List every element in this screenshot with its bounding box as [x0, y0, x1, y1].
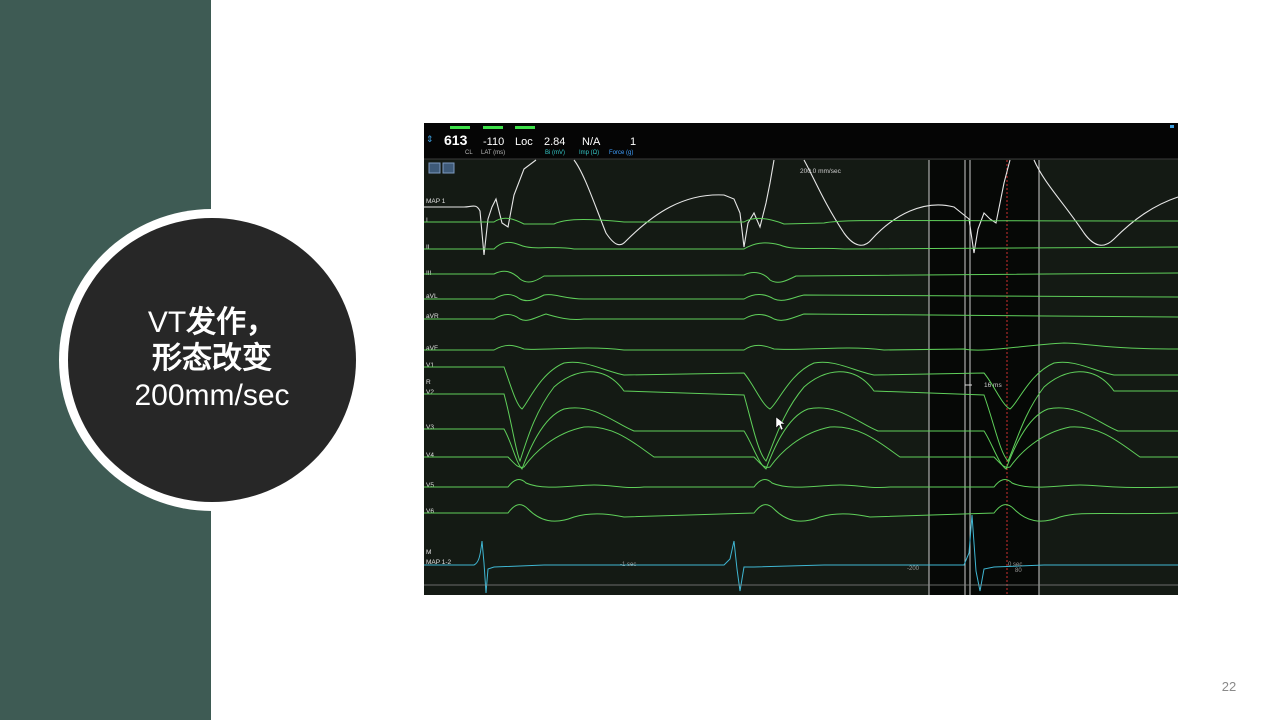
imp-value: N/A [582, 136, 601, 148]
ecg-background [424, 123, 1178, 595]
lat-label: LAT (ms) [481, 150, 505, 156]
lead-label: V2 [426, 389, 434, 396]
lead-label: II [426, 244, 430, 251]
loc-indicator [515, 126, 535, 129]
lead-label: I [426, 217, 428, 224]
ecg-screenshot: ⇕ 613 CL -110 LAT (ms) Loc 2.84 Bi (mV) … [424, 123, 1180, 597]
cl-indicator [450, 126, 470, 129]
analysis-window [929, 160, 1039, 595]
lead-label: aVF [426, 345, 438, 352]
lead-label: V3 [426, 424, 434, 431]
time-label: -1 sec [620, 562, 636, 568]
title-line-3: 200mm/sec [134, 379, 290, 412]
lat-indicator [483, 126, 503, 129]
lead-label: R [426, 379, 431, 386]
corner-marker [1170, 125, 1174, 128]
cl-label: CL [465, 150, 473, 156]
speed-label: 200.0 mm/sec [800, 168, 842, 175]
lead-label: V6 [426, 508, 434, 515]
lead-label: V4 [426, 452, 434, 459]
lead-label: V5 [426, 482, 434, 489]
time-label: -200 [907, 566, 920, 572]
title-cn: 发作， [186, 306, 277, 339]
ecg-header [424, 123, 1178, 159]
title-line-1: VT发作， [148, 305, 276, 341]
lead-label: M [426, 549, 431, 556]
imp-label: Imp (Ω) [579, 150, 599, 156]
bi-label: Bi (mV) [545, 150, 565, 156]
title-line-2: 形态改变 [152, 342, 272, 375]
bi-value: 2.84 [544, 136, 565, 148]
lat-value: -110 [483, 136, 504, 148]
lead-label: V1 [426, 362, 434, 369]
lead-label: MAP 1 [426, 198, 446, 205]
interval-label: 16 ms [984, 382, 1002, 389]
zoom-tool-icon[interactable] [428, 162, 441, 174]
title-badge: VT发作， 形态改变 200mm/sec [68, 218, 356, 502]
force-label: Force (g) [609, 150, 633, 156]
page-number: 22 [1221, 679, 1237, 694]
loc-value: Loc [515, 136, 533, 148]
cl-value: 613 [444, 132, 468, 148]
time-label: 80 [1015, 568, 1022, 574]
scroll-arrows-icon[interactable]: ⇕ [426, 134, 434, 144]
measure-tool-icon[interactable] [442, 162, 455, 174]
title-prefix: VT [147, 306, 187, 339]
force-value: 1 [630, 136, 636, 148]
